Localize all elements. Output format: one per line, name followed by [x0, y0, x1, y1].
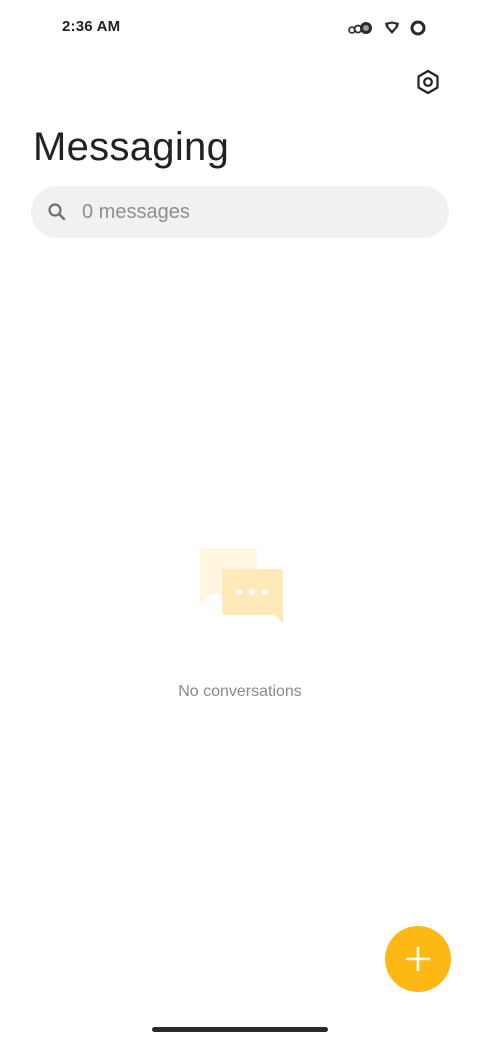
page-title: Messaging: [33, 125, 230, 169]
search-icon: [48, 203, 66, 221]
shield-icon: [384, 21, 400, 35]
settings-hexagon-icon: [417, 69, 439, 95]
circle-status-icon: [410, 20, 426, 36]
chat-bubbles-icon: [200, 548, 283, 623]
search-bar[interactable]: 0 messages: [31, 186, 449, 238]
messaging-screen: 2:36 AM Messaging 0 messages No conversa…: [0, 0, 480, 1040]
status-bar: 2:36 AM: [0, 0, 480, 56]
search-placeholder: 0 messages: [82, 201, 190, 223]
home-indicator[interactable]: [152, 1027, 328, 1032]
notification-dots-icon: [348, 21, 374, 35]
status-icons: [348, 18, 426, 38]
new-conversation-button[interactable]: [385, 926, 451, 992]
plus-icon: [405, 946, 431, 972]
settings-button[interactable]: [408, 62, 448, 102]
status-time: 2:36 AM: [62, 18, 121, 35]
empty-state-message: No conversations: [178, 683, 302, 700]
